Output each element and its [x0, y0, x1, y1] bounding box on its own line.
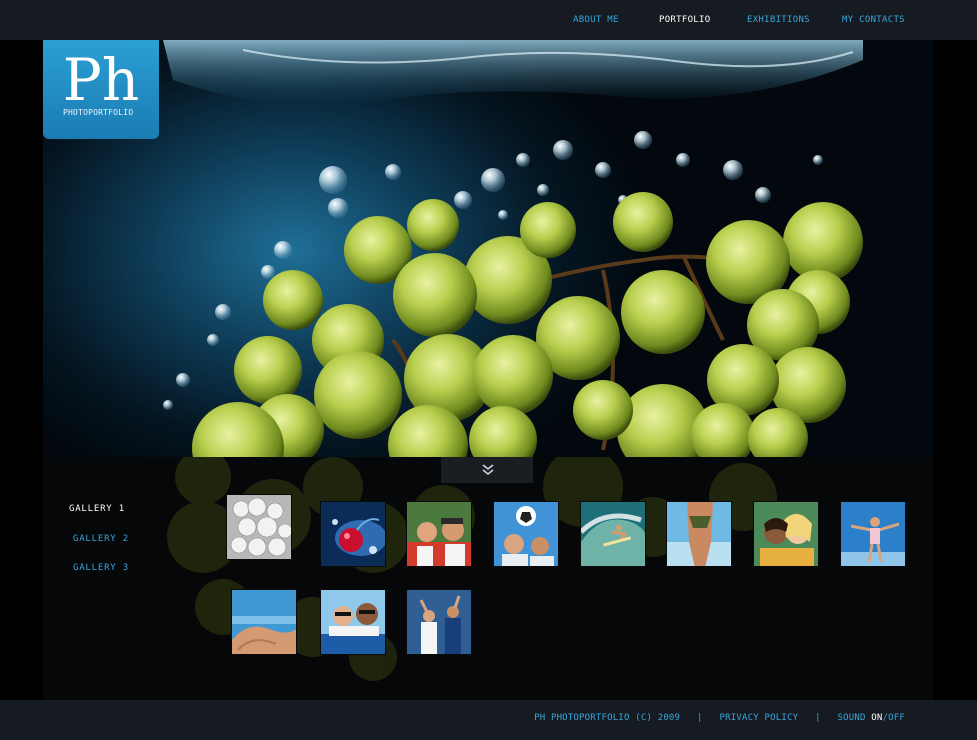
footer-links: PH PHOTOPORTFOLIO (C) 2009 | PRIVACY POL…: [534, 713, 905, 723]
nav-item-exhibitions[interactable]: EXHIBITIONS: [747, 15, 810, 25]
sound-off-toggle[interactable]: OFF: [888, 713, 905, 723]
thumbnail-white-spheres[interactable]: [226, 494, 292, 560]
nav-item-about-me[interactable]: ABOUT ME: [573, 15, 619, 25]
logo-mark: Ph: [62, 46, 140, 114]
nav-item-my-contacts[interactable]: MY CONTACTS: [842, 15, 905, 25]
site-logo[interactable]: Ph PHOTOPORTFOLIO: [43, 40, 159, 139]
sound-label: SOUND: [837, 713, 866, 723]
sound-on-toggle[interactable]: ON: [871, 713, 882, 723]
gallery-link-2[interactable]: GALLERY 2: [73, 534, 129, 544]
thumbnail-surfer[interactable]: [580, 501, 646, 567]
footer-separator-2: |: [815, 713, 821, 723]
panel-reflection: [167, 457, 777, 681]
privacy-policy-link[interactable]: PRIVACY POLICY: [720, 713, 799, 723]
collapse-panel-button[interactable]: [441, 457, 533, 483]
thumbnail-couple-car[interactable]: [320, 589, 386, 655]
footer-copyright: PH PHOTOPORTFOLIO (C) 2009: [534, 713, 681, 723]
thumbnail-football-fans[interactable]: [406, 501, 472, 567]
footer-separator: |: [697, 713, 703, 723]
hero-illustration: [163, 40, 863, 457]
thumbnail-beach-bikini[interactable]: [666, 501, 732, 567]
top-navigation-bar: ABOUT ME PORTFOLIO EXHIBITIONS MY CONTAC…: [0, 0, 977, 40]
thumbnail-celebrating-players[interactable]: [406, 589, 472, 655]
thumbnail-smiling-friends[interactable]: [753, 501, 819, 567]
thumbnail-cherry-splash[interactable]: [320, 501, 386, 567]
nav-item-portfolio[interactable]: PORTFOLIO: [659, 15, 710, 25]
gallery-panel: GALLERY 1 GALLERY 2 GALLERY 3: [43, 457, 934, 700]
double-chevron-down-icon: [482, 464, 494, 476]
hero-image-grapes: [43, 40, 934, 457]
gallery-link-3[interactable]: GALLERY 3: [73, 563, 129, 573]
gallery-link-1[interactable]: GALLERY 1: [69, 504, 125, 514]
thumbnail-sunbathing-legs[interactable]: [231, 589, 297, 655]
thumbnail-woman-jumping[interactable]: [840, 501, 906, 567]
thumbnail-soccer-kids[interactable]: [493, 501, 559, 567]
footer-bar: PH PHOTOPORTFOLIO (C) 2009 | PRIVACY POL…: [0, 700, 977, 740]
logo-subtitle: PHOTOPORTFOLIO: [63, 108, 134, 117]
